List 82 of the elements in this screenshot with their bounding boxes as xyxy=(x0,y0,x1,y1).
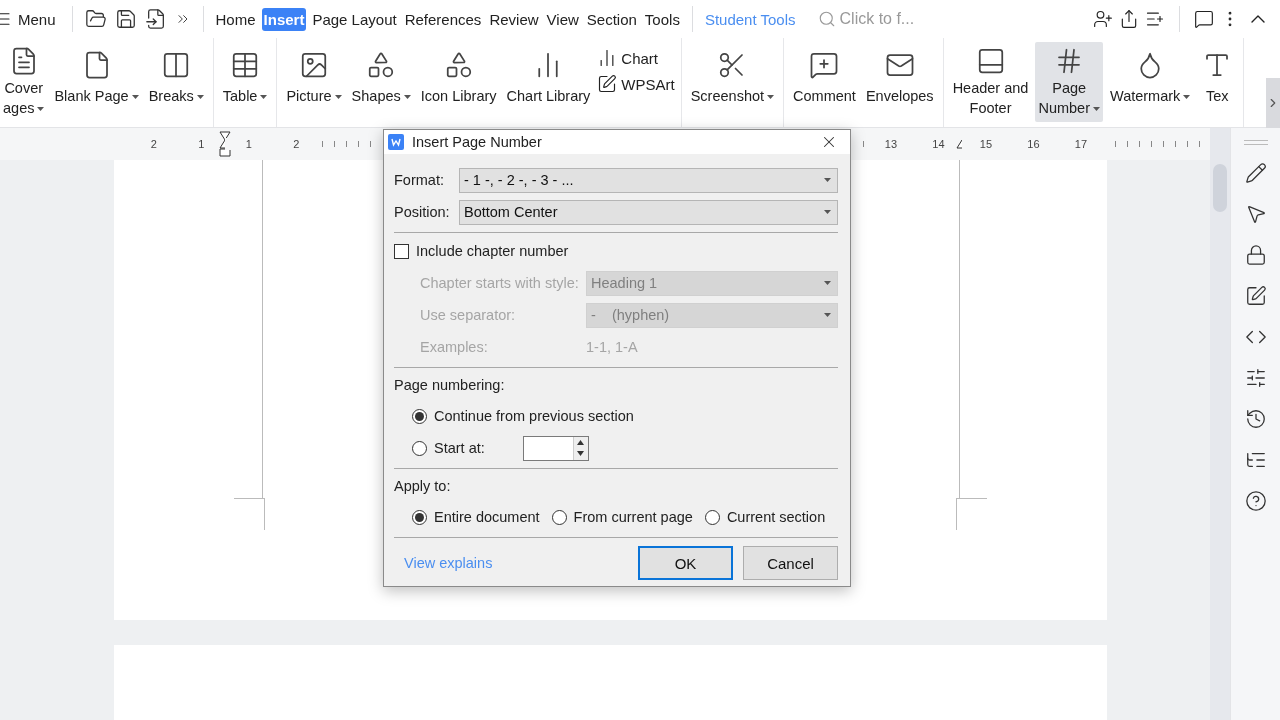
ribbon-button[interactable]: Envelopes xyxy=(862,42,937,122)
radio-option[interactable]: Start at: xyxy=(412,440,485,456)
share-icon[interactable] xyxy=(1119,9,1139,29)
ribbon-tab[interactable]: References xyxy=(402,7,484,31)
radio-option[interactable]: From current page xyxy=(551,509,693,525)
radio-option[interactable]: Continue from previous section xyxy=(412,408,634,424)
picture-icon xyxy=(299,50,329,80)
caret-icon xyxy=(196,95,204,100)
ribbon-tab[interactable]: Review xyxy=(487,7,541,31)
caret-icon xyxy=(37,107,45,112)
ribbon-button[interactable]: Page Number xyxy=(1035,42,1103,122)
caret-icon xyxy=(1183,95,1191,100)
caret-icon xyxy=(824,210,831,214)
section-label: Page numbering: xyxy=(394,377,505,393)
ribbon-tab[interactable]: Tools xyxy=(642,7,682,31)
field-label: Use separator: xyxy=(420,307,517,323)
ribbon-tab[interactable]: Home xyxy=(213,7,258,31)
ribbon-button[interactable]: Watermark xyxy=(1107,42,1194,122)
caret-icon xyxy=(1093,107,1100,112)
caret-icon xyxy=(824,178,831,182)
lock-icon[interactable] xyxy=(1244,244,1267,266)
radio-button[interactable] xyxy=(704,509,720,525)
section-label: Apply to: xyxy=(394,478,451,494)
history-icon[interactable] xyxy=(1244,408,1267,430)
pen-icon[interactable] xyxy=(1244,162,1267,184)
ribbon-button[interactable]: Cover ages xyxy=(0,42,48,122)
ribbon-tab[interactable]: Page Layout xyxy=(310,7,399,31)
radio-button[interactable] xyxy=(412,440,427,456)
caret-icon xyxy=(403,95,411,100)
ribbon-tab[interactable]: Insert xyxy=(261,7,307,31)
ribbon-button[interactable]: Picture xyxy=(283,42,345,122)
comment-icon xyxy=(809,50,840,80)
ribbon-button[interactable]: Tex xyxy=(1197,42,1238,122)
field-label: Examples: xyxy=(420,339,489,355)
field-label: Position: xyxy=(394,204,451,220)
ribbon-button[interactable]: Header and Footer xyxy=(949,42,1032,122)
search-icon xyxy=(817,10,836,28)
caret-icon xyxy=(824,313,831,317)
ribbon-button[interactable]: Comment xyxy=(790,42,859,122)
checkbox-label: Include chapter number xyxy=(416,243,569,259)
dialog-button[interactable]: Cancel xyxy=(743,546,838,580)
radio-button[interactable] xyxy=(412,509,427,525)
sliders-icon[interactable] xyxy=(1244,367,1267,389)
caret-icon xyxy=(767,95,775,100)
ribbon-button[interactable]: Screenshot xyxy=(687,42,778,122)
ribbon-button[interactable]: Chart Library xyxy=(503,42,594,122)
comment-icon[interactable] xyxy=(1194,9,1214,29)
ribbon-tab[interactable]: Section xyxy=(584,7,639,31)
add-user-icon[interactable] xyxy=(1093,9,1113,29)
app-icon xyxy=(388,134,404,150)
caret-icon xyxy=(334,95,342,100)
menu-button[interactable]: Menu xyxy=(0,5,64,33)
ribbon-button[interactable]: Chart xyxy=(597,48,675,68)
dropdown[interactable]: Bottom Center xyxy=(459,199,838,225)
export-icon xyxy=(144,8,167,30)
radio-option[interactable]: Current section xyxy=(704,509,826,525)
save-icon xyxy=(114,8,137,30)
field-label: Format: xyxy=(394,172,445,188)
dialog-button[interactable]: OK xyxy=(638,546,733,580)
radio-option[interactable]: Entire document xyxy=(412,509,540,525)
caret-icon xyxy=(131,95,139,100)
help-icon[interactable] xyxy=(1244,490,1267,512)
ribbon-button[interactable]: Breaks xyxy=(145,42,207,122)
ribbon-tab[interactable]: View xyxy=(544,7,581,31)
dialog-title: Insert Page Number xyxy=(412,134,543,150)
radio-button[interactable] xyxy=(412,408,427,424)
ribbon-button[interactable]: Table xyxy=(219,42,271,122)
caret-icon xyxy=(824,281,831,285)
checkbox[interactable] xyxy=(394,243,409,259)
folder-icon xyxy=(84,8,107,30)
ribbon-button[interactable]: Shapes xyxy=(348,42,414,122)
radio-button[interactable] xyxy=(551,509,567,525)
dropdown[interactable]: - 1 -, - 2 -, - 3 - ... xyxy=(459,167,838,193)
field-label: Chapter starts with style: xyxy=(420,275,580,291)
ribbon-button[interactable]: WPSArt xyxy=(597,74,675,94)
ribbon-button[interactable]: Icon Library xyxy=(417,42,500,122)
ribbon-button[interactable]: Blank Page xyxy=(51,42,142,122)
number-field[interactable] xyxy=(522,435,589,461)
indent-marker[interactable] xyxy=(219,131,231,157)
scrollbar[interactable] xyxy=(1210,128,1230,720)
example-text: 1-1, 1-A xyxy=(586,339,638,355)
caret-icon xyxy=(260,95,268,100)
